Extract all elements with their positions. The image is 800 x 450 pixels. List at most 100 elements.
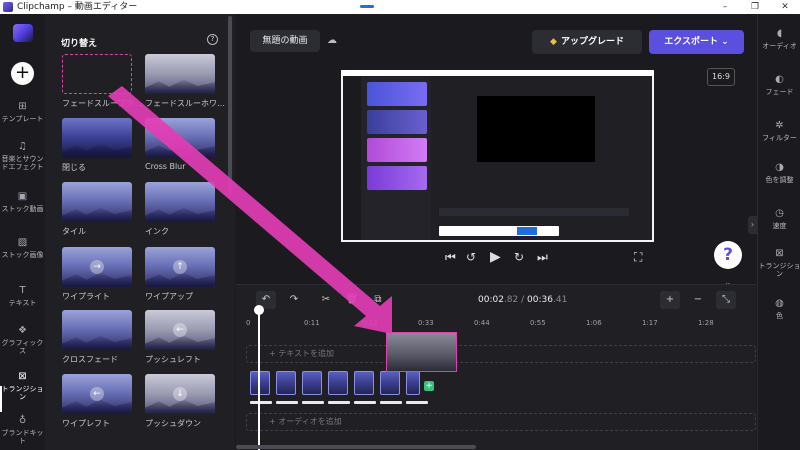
redo-button[interactable]: ↷ [284, 291, 304, 309]
video-preview[interactable] [341, 70, 654, 242]
dragged-transition-preview[interactable] [386, 332, 457, 372]
timeline-ruler: 0 0:11 0:22 0:33 0:44 0:55 1:06 1:17 1:2… [236, 319, 756, 331]
transition-tile[interactable] [145, 54, 215, 94]
transition-tile-label: ワイプライト [62, 292, 110, 301]
title-bar-indicator [360, 5, 374, 8]
sidebar-item-label: テンプレート [1, 115, 44, 123]
timeline-scrollbar[interactable] [236, 445, 476, 449]
sidebar-item-stock-video[interactable]: ▣ ストック動画 [0, 192, 45, 214]
upgrade-button[interactable]: ◆ アップグレード [532, 30, 642, 54]
sidebar-item-music[interactable]: ♫ 音楽とサウンドエフェクト [0, 142, 45, 172]
preview-card [367, 82, 427, 106]
video-clip[interactable] [328, 371, 348, 395]
restore-button[interactable]: ❐ [740, 0, 770, 14]
rightbar-item-filter[interactable]: ✲ フィルター [758, 120, 800, 142]
sidebar-item-templates[interactable]: ⊞ テンプレート [0, 102, 45, 124]
transition-tile[interactable]: → [62, 247, 132, 287]
video-clip[interactable] [302, 371, 322, 395]
preview-video-frame [477, 96, 595, 162]
diamond-icon: ◆ [550, 37, 557, 47]
transition-tile[interactable]: ← [145, 310, 215, 350]
rightbar-item-label: 色 [776, 312, 783, 320]
sidebar-item-transitions[interactable]: ⊠ トランジション [0, 372, 45, 402]
sidebar-item-stock-image[interactable]: ▨ ストック画像 [0, 238, 45, 260]
sidebar-item-label: グラフィックス [1, 339, 44, 355]
transition-tile[interactable] [145, 118, 215, 158]
rightbar-item-audio[interactable]: ◖ オーディオ [758, 28, 800, 50]
preview-toast [439, 226, 559, 236]
play-icon[interactable]: ▶ [490, 250, 501, 264]
transition-tile[interactable] [62, 118, 132, 158]
project-title-button[interactable]: 無題の動画 [250, 30, 320, 52]
transitions-panel: 切り替え ? フェードスループラ… フェードスルーホワ… 閉じる Cross Blur… [45, 14, 235, 450]
rightbar-item-transition[interactable]: ⊠ トランジション [758, 248, 800, 278]
split-icon[interactable]: ✂ [316, 291, 336, 309]
color-icon: ◍ [775, 298, 784, 309]
sidebar-item-text[interactable]: T テキスト [0, 286, 45, 308]
graphics-icon: ❖ [18, 325, 27, 336]
rewind-5-icon[interactable]: ↺ [466, 250, 476, 264]
transition-tile[interactable] [62, 54, 132, 94]
direction-arrow-icon: ← [173, 323, 187, 337]
close-button[interactable]: ✕ [770, 0, 800, 14]
skip-start-icon[interactable]: ⏮ [445, 250, 456, 264]
current-time: 00:02 [478, 295, 504, 305]
add-audio-track[interactable]: + オーディオを追加 [246, 413, 756, 431]
fit-timeline-button[interactable]: ⤡ [716, 291, 736, 309]
cloud-sync-off-icon[interactable]: ☁ [327, 35, 341, 47]
rightbar-item-color-adjust[interactable]: ◑ 色を調整 [758, 162, 800, 184]
transition-tile-label: プッシュダウン [145, 419, 201, 428]
transition-tile[interactable]: ↑ [145, 247, 215, 287]
minimize-button[interactable]: – [710, 0, 740, 14]
transition-tile[interactable] [145, 182, 215, 222]
zoom-out-button[interactable]: − [688, 291, 708, 309]
ruler-tick: 1:06 [586, 319, 602, 327]
transition-tile[interactable]: ← [62, 374, 132, 414]
skip-end-icon[interactable]: ⏭ [537, 250, 548, 264]
rightbar-item-speed[interactable]: ◷ 速度 [758, 208, 800, 230]
playhead[interactable] [258, 309, 260, 450]
help-button[interactable]: ? [714, 241, 742, 269]
sidebar-item-label: 音楽とサウンドエフェクト [1, 155, 44, 171]
add-text-track[interactable]: + テキストを追加 [246, 345, 756, 363]
zoom-in-button[interactable]: + [660, 291, 680, 309]
transition-tile[interactable] [62, 182, 132, 222]
panel-scrollbar[interactable] [228, 16, 232, 194]
preview-frame [343, 76, 652, 240]
collapse-rightbar-button[interactable]: › [748, 216, 757, 234]
playhead-handle[interactable] [254, 305, 264, 315]
add-clip-button[interactable]: + [424, 381, 434, 391]
rightbar-item-fade[interactable]: ◐ フェード [758, 74, 800, 96]
transition-tile-label: クロスフェード [62, 355, 118, 364]
transition-tile-label: 閉じる [62, 163, 86, 172]
title-bar: Clipchamp – 動画エディター – ❐ ✕ [0, 0, 800, 14]
ruler-tick: 0:11 [304, 319, 320, 327]
video-clip[interactable] [250, 371, 270, 395]
video-clip[interactable] [380, 371, 400, 395]
duplicate-icon[interactable]: ⧉ [368, 291, 388, 309]
preview-sidebar [343, 76, 361, 240]
rightbar-item-label: フィルター [762, 134, 797, 142]
delete-icon[interactable]: 🗑 [342, 291, 362, 309]
video-clip[interactable] [276, 371, 296, 395]
fullscreen-icon[interactable]: ⛶ [634, 250, 642, 264]
sidebar-item-brand-kit[interactable]: ♁ ブランドキット [0, 416, 45, 446]
tile-thumbnail [145, 79, 215, 94]
add-media-button[interactable]: + [11, 62, 34, 85]
video-clip[interactable] [354, 371, 374, 395]
export-button[interactable]: エクスポート ⌄ [649, 30, 744, 54]
clip-audio-bar [380, 401, 402, 404]
transition-tile[interactable]: ↓ [145, 374, 215, 414]
forward-5-icon[interactable]: ↻ [514, 250, 524, 264]
aspect-ratio-button[interactable]: 16:9 [707, 68, 735, 86]
sidebar-item-graphics[interactable]: ❖ グラフィックス [0, 325, 45, 356]
preview-card [367, 138, 427, 162]
rightbar-item-color[interactable]: ◍ 色 [758, 298, 800, 320]
help-icon[interactable]: ? [207, 34, 218, 45]
video-clip[interactable] [406, 371, 420, 395]
clip-audio-bar [354, 401, 376, 404]
rightbar-item-label: 色を調整 [765, 176, 794, 184]
transition-tile[interactable] [62, 310, 132, 350]
audio-icon: ◖ [776, 28, 783, 39]
rightbar-item-label: 速度 [772, 222, 787, 230]
